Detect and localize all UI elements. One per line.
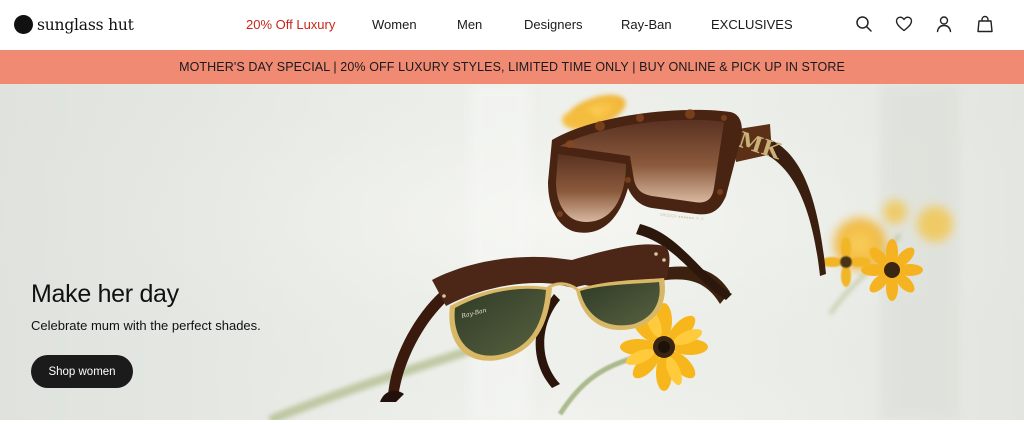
hero-image: MK MK2024 ●●●●●● ⨉ ⨉ Ray-Ban <box>0 84 1024 420</box>
promo-text: MOTHER'S DAY SPECIAL | 20% OFF LUXURY ST… <box>179 60 845 74</box>
nav-item-women[interactable]: Women <box>372 17 417 32</box>
shop-women-button[interactable]: Shop women <box>31 355 133 388</box>
promo-banner[interactable]: MOTHER'S DAY SPECIAL | 20% OFF LUXURY ST… <box>0 50 1024 84</box>
search-icon[interactable] <box>854 14 874 34</box>
hero-title: Make her day <box>31 280 179 308</box>
hero-banner[interactable]: MK MK2024 ●●●●●● ⨉ ⨉ Ray-Ban Make her da… <box>0 84 1024 420</box>
user-icon[interactable] <box>934 14 954 34</box>
bag-icon[interactable] <box>975 14 995 34</box>
hero-copy: Make her day Celebrate mum with the perf… <box>31 280 261 333</box>
hero-subtitle: Celebrate mum with the perfect shades. <box>31 318 261 333</box>
nav-item-luxury-sale[interactable]: 20% Off Luxury <box>246 17 335 32</box>
nav-item-designers[interactable]: Designers <box>524 17 583 32</box>
site-header: sunglass hut 20% Off Luxury Women Men De… <box>0 0 1024 50</box>
heart-icon[interactable] <box>894 14 914 34</box>
page-divider <box>0 420 1024 424</box>
nav-item-exclusives[interactable]: EXCLUSIVES <box>711 17 793 32</box>
nav-item-men[interactable]: Men <box>457 17 482 32</box>
nav-item-ray-ban[interactable]: Ray-Ban <box>621 17 672 32</box>
